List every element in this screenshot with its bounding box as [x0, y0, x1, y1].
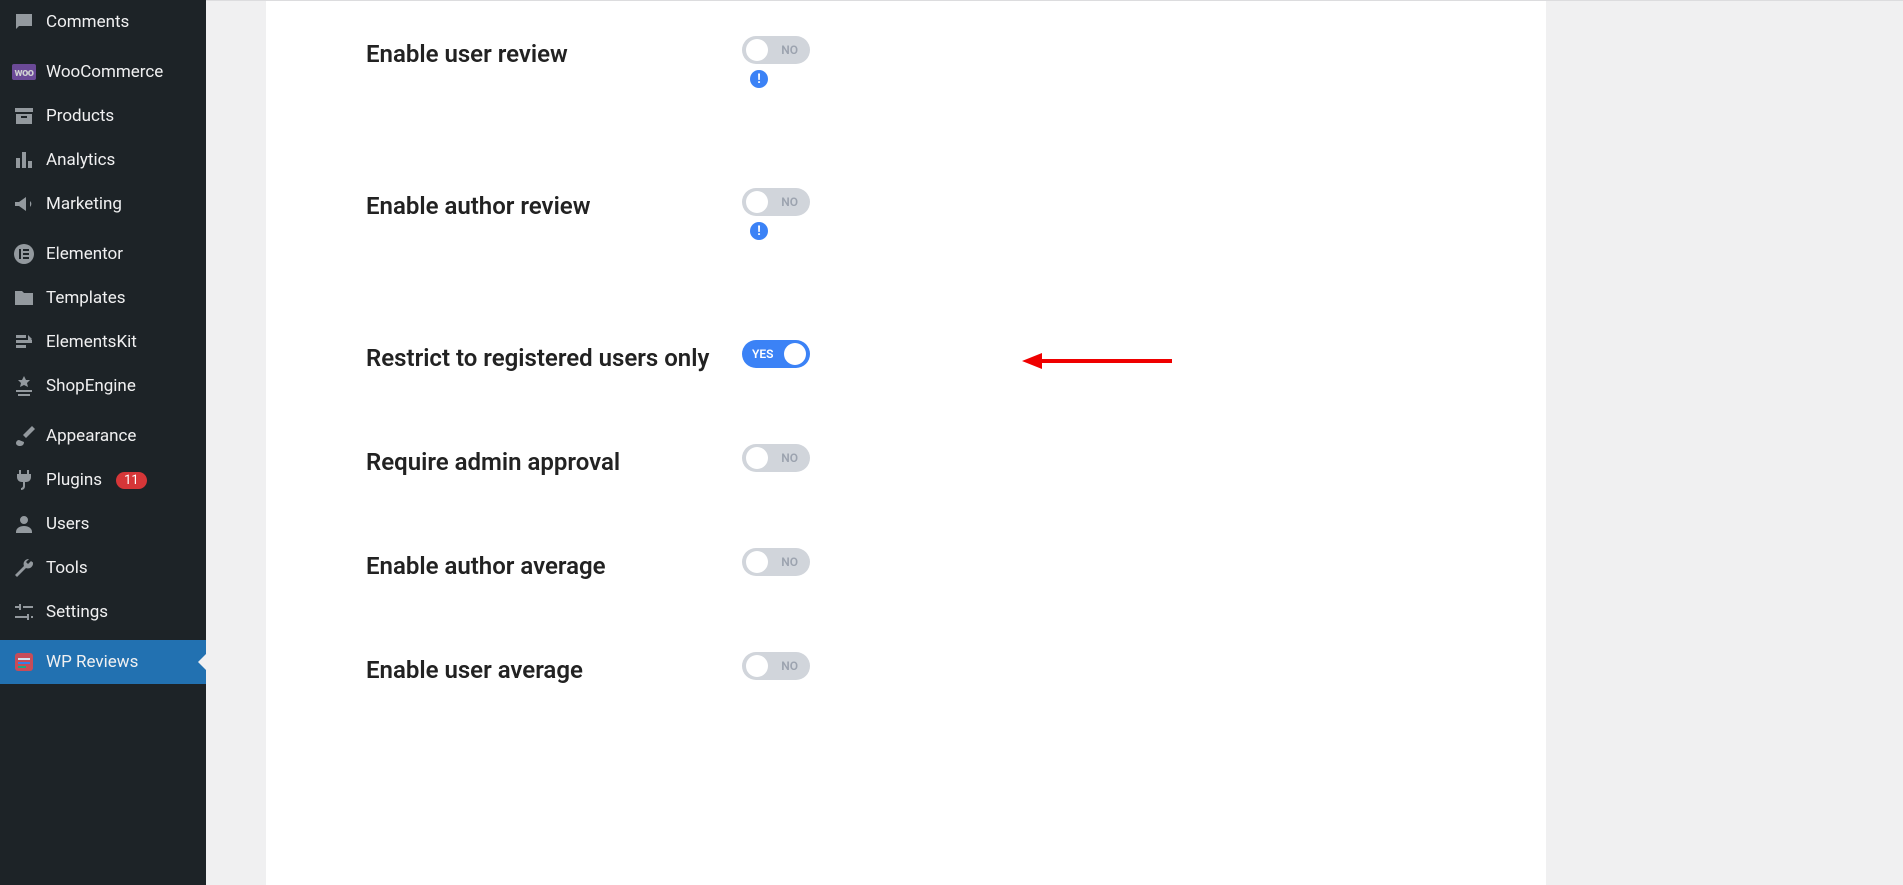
elementskit-icon	[12, 330, 36, 354]
setting-label: Require admin approval	[366, 444, 742, 476]
wp-reviews-icon	[12, 650, 36, 674]
toggle-value: NO	[781, 659, 798, 673]
sidebar-item-label: Analytics	[46, 150, 115, 170]
setting-label: Enable author average	[366, 548, 742, 580]
sidebar-item-users[interactable]: Users	[0, 502, 206, 546]
sidebar-item-products[interactable]: Products	[0, 94, 206, 138]
chart-icon	[12, 148, 36, 172]
toggle-value: NO	[781, 195, 798, 209]
sidebar-item-elementor[interactable]: Elementor	[0, 232, 206, 276]
plug-icon	[12, 468, 36, 492]
setting-label: Enable author review	[366, 188, 742, 220]
sidebar-item-comments[interactable]: Comments	[0, 0, 206, 44]
sidebar-item-label: Templates	[46, 288, 126, 308]
sidebar-item-elementskit[interactable]: ElementsKit	[0, 320, 206, 364]
sliders-icon	[12, 600, 36, 624]
toggle-require-admin-approval[interactable]: NO	[742, 444, 810, 472]
content-area: Enable user review NO ! Enable author re…	[206, 0, 1903, 885]
folder-icon	[12, 286, 36, 310]
setting-row-enable-author-average: Enable author average NO	[266, 548, 1546, 652]
wrench-icon	[12, 556, 36, 580]
sidebar-item-label: Settings	[46, 602, 108, 622]
sidebar-item-templates[interactable]: Templates	[0, 276, 206, 320]
toggle-enable-author-average[interactable]: NO	[742, 548, 810, 576]
toggle-restrict-registered[interactable]: YES	[742, 340, 810, 368]
sidebar-item-label: ShopEngine	[46, 376, 136, 396]
admin-sidebar: Comments woo WooCommerce Products Analyt…	[0, 0, 206, 885]
sidebar-item-label: Marketing	[46, 194, 122, 214]
toggle-enable-author-review[interactable]: NO	[742, 188, 810, 216]
comment-icon	[12, 10, 36, 34]
sidebar-item-marketing[interactable]: Marketing	[0, 182, 206, 226]
sidebar-item-label: ElementsKit	[46, 332, 137, 352]
toggle-value: NO	[781, 555, 798, 569]
settings-panel: Enable user review NO ! Enable author re…	[266, 0, 1546, 885]
sidebar-item-label: Tools	[46, 558, 88, 578]
toggle-value: NO	[781, 43, 798, 57]
sidebar-item-plugins[interactable]: Plugins 11	[0, 458, 206, 502]
toggle-value: NO	[781, 451, 798, 465]
toggle-enable-user-review[interactable]: NO	[742, 36, 810, 64]
setting-row-enable-user-review: Enable user review NO !	[266, 36, 1546, 188]
sidebar-item-tools[interactable]: Tools	[0, 546, 206, 590]
sidebar-item-analytics[interactable]: Analytics	[0, 138, 206, 182]
setting-label: Restrict to registered users only	[366, 340, 742, 372]
sidebar-item-label: Products	[46, 106, 114, 126]
sidebar-item-shopengine[interactable]: ShopEngine	[0, 364, 206, 408]
sidebar-item-label: Users	[46, 514, 89, 534]
info-icon[interactable]: !	[750, 70, 768, 88]
shopengine-icon	[12, 374, 36, 398]
setting-row-enable-user-average: Enable user average NO	[266, 652, 1546, 756]
info-icon[interactable]: !	[750, 222, 768, 240]
megaphone-icon	[12, 192, 36, 216]
sidebar-item-wp-reviews[interactable]: WP Reviews	[0, 640, 206, 684]
sidebar-item-label: WP Reviews	[46, 652, 138, 672]
setting-label: Enable user review	[366, 36, 742, 68]
elementor-icon	[12, 242, 36, 266]
sidebar-item-label: Appearance	[46, 426, 136, 446]
archive-icon	[12, 104, 36, 128]
woo-icon: woo	[12, 60, 36, 84]
toggle-value: YES	[752, 347, 773, 361]
user-icon	[12, 512, 36, 536]
sidebar-item-label: Plugins	[46, 470, 102, 490]
setting-row-restrict-registered: Restrict to registered users only YES	[266, 340, 1546, 444]
plugins-update-badge: 11	[116, 472, 147, 489]
sidebar-item-woocommerce[interactable]: woo WooCommerce	[0, 50, 206, 94]
sidebar-item-label: Comments	[46, 12, 129, 32]
setting-row-require-admin-approval: Require admin approval NO	[266, 444, 1546, 548]
setting-row-enable-author-review: Enable author review NO !	[266, 188, 1546, 340]
sidebar-item-appearance[interactable]: Appearance	[0, 414, 206, 458]
sidebar-item-label: WooCommerce	[46, 62, 163, 82]
sidebar-item-settings[interactable]: Settings	[0, 590, 206, 634]
setting-label: Enable user average	[366, 652, 742, 684]
toggle-enable-user-average[interactable]: NO	[742, 652, 810, 680]
sidebar-item-label: Elementor	[46, 244, 123, 264]
brush-icon	[12, 424, 36, 448]
